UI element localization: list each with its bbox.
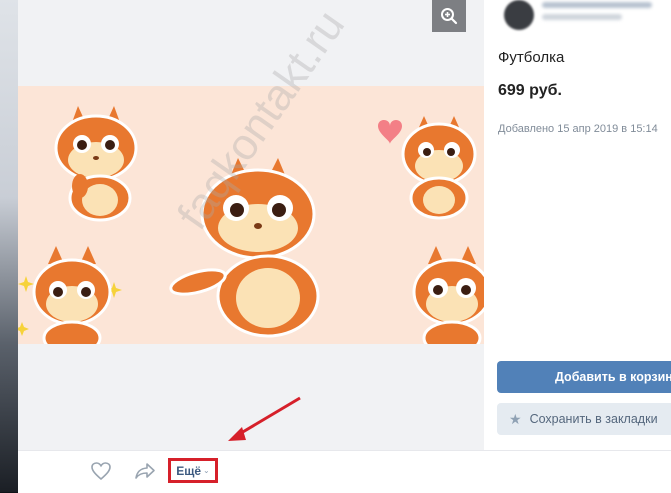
share-button[interactable] xyxy=(134,461,156,481)
add-to-cart-label: Добавить в корзину xyxy=(555,370,671,384)
seller-subtitle-blurred xyxy=(542,14,622,20)
star-icon: ★ xyxy=(509,410,522,427)
chevron-down-icon: ⌄ xyxy=(203,466,210,475)
add-to-cart-button[interactable]: Добавить в корзину xyxy=(497,361,671,393)
product-photo-area xyxy=(18,0,484,450)
squirrel-stickers xyxy=(18,106,484,344)
seller-avatar[interactable] xyxy=(504,0,534,30)
share-arrow-icon xyxy=(135,463,155,479)
added-date: Добавлено 15 апр 2019 в 15:14 xyxy=(498,123,658,135)
seller-name-blurred[interactable] xyxy=(542,2,652,8)
more-label: Ещё xyxy=(176,463,202,478)
product-modal: Футболка 699 руб. Добавлено 15 апр 2019 … xyxy=(18,0,671,493)
product-title: Футболка xyxy=(498,49,565,66)
product-image xyxy=(18,86,484,344)
zoom-button[interactable] xyxy=(432,0,466,32)
like-button[interactable] xyxy=(90,461,112,481)
zoom-in-icon xyxy=(441,8,458,25)
action-bar: Ещё ⌄ xyxy=(18,450,671,493)
heart-icon xyxy=(91,462,111,481)
product-info: Футболка 699 руб. Добавлено 15 апр 2019 … xyxy=(484,0,671,450)
bookmark-button[interactable]: ★ Сохранить в закладки xyxy=(497,403,671,435)
product-price: 699 руб. xyxy=(498,82,562,99)
page-backdrop xyxy=(0,0,20,492)
bookmark-label: Сохранить в закладки xyxy=(529,412,658,426)
more-button[interactable]: Ещё ⌄ xyxy=(168,458,218,483)
